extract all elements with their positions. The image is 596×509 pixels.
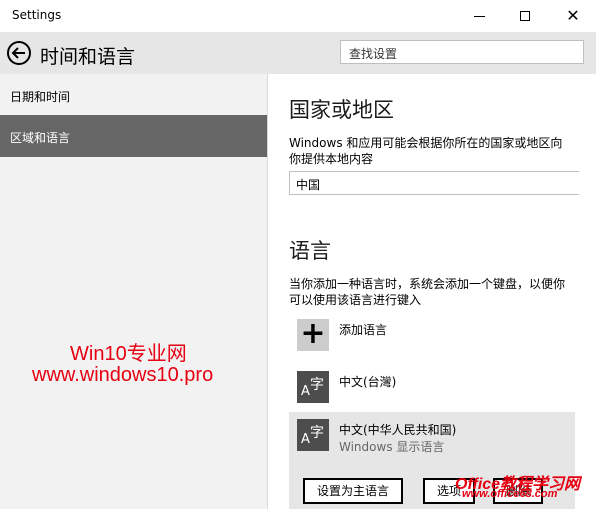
country-heading: 国家或地区	[289, 98, 394, 122]
maximize-icon	[520, 11, 530, 21]
country-dropdown[interactable]: 中国	[289, 171, 579, 195]
minimize-button[interactable]	[456, 0, 502, 32]
close-button[interactable]: ✕	[550, 0, 596, 32]
maximize-button[interactable]	[502, 0, 548, 32]
app-title: Settings	[12, 8, 62, 22]
watermark-brand-url: www.office68.com	[462, 488, 558, 500]
watermark-url: www.windows10.pro	[32, 364, 214, 386]
set-primary-button[interactable]: 设置为主语言	[303, 478, 403, 504]
title-bar: Settings ✕	[0, 0, 596, 32]
sidebar: 日期和时间 区域和语言	[0, 74, 267, 509]
watermark-text: Win10专业网	[70, 343, 187, 365]
add-language-label: 添加语言	[339, 323, 388, 337]
language-status: Windows 显示语言	[339, 440, 445, 454]
language-icon: A字	[297, 371, 329, 403]
language-description: 当你添加一种语言时，系统会添加一个键盘，以便你可以使用该语言进行键入	[289, 277, 566, 307]
language-item[interactable]: A字 中文(台灣)	[289, 363, 575, 409]
back-arrow-icon	[7, 41, 31, 65]
minimize-icon	[473, 15, 485, 17]
close-icon: ✕	[566, 6, 580, 25]
back-button[interactable]	[6, 40, 32, 66]
language-name: 中文(台灣)	[339, 375, 397, 389]
sidebar-item-date-time[interactable]: 日期和时间	[0, 74, 267, 116]
sidebar-item-label: 区域和语言	[10, 131, 71, 145]
sidebar-item-region-language[interactable]: 区域和语言	[0, 115, 267, 157]
plus-icon: +	[297, 319, 329, 351]
page-title: 时间和语言	[40, 46, 136, 68]
language-name: 中文(中华人民共和国)	[339, 423, 457, 437]
language-heading: 语言	[289, 239, 331, 263]
page-header: 时间和语言 查找设置	[0, 32, 596, 74]
language-icon: A字	[297, 419, 329, 451]
country-description: Windows 和应用可能会根据你所在的国家或地区向你提供本地内容	[289, 136, 563, 166]
pane-divider	[267, 74, 268, 509]
add-language-button[interactable]: + 添加语言	[289, 315, 575, 361]
search-input[interactable]: 查找设置	[340, 40, 584, 64]
sidebar-item-label: 日期和时间	[10, 90, 71, 104]
